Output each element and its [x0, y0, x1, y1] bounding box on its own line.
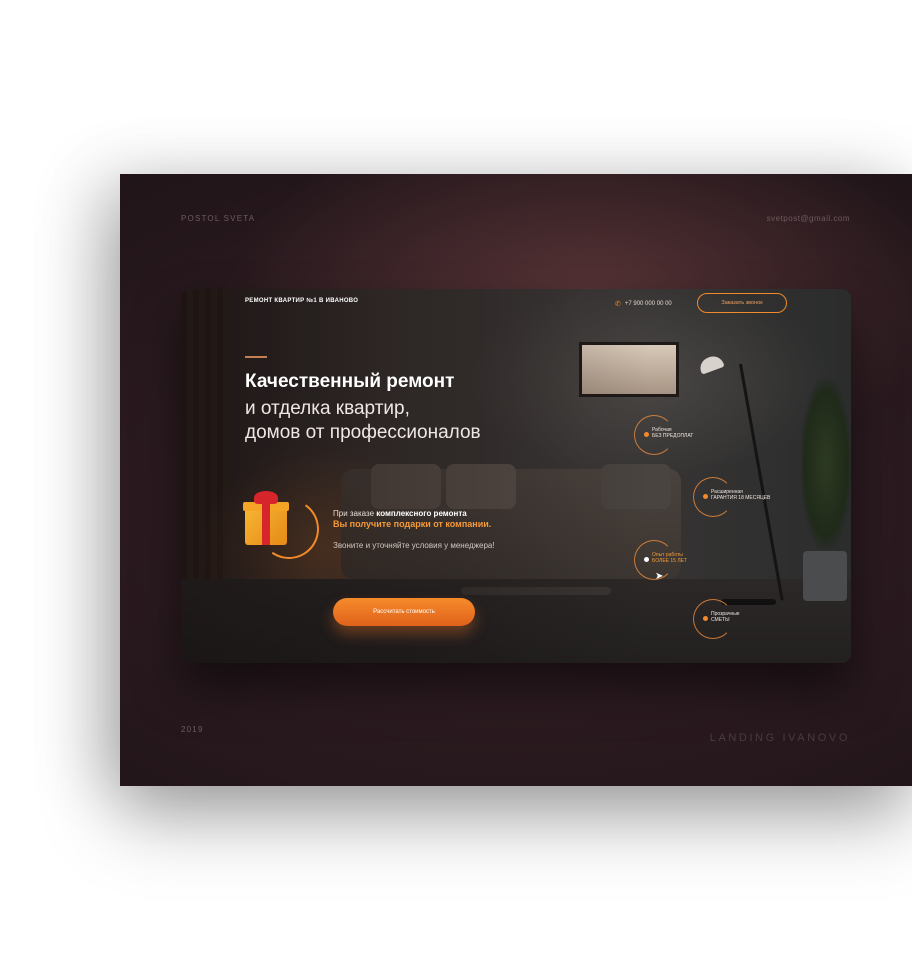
offer-prefix: При заказе — [333, 509, 377, 518]
offer-bold: комплексного ремонта — [376, 509, 467, 518]
feature-warranty[interactable]: Расширенная ГАРАНТИЯ 18 МЕСЯЦЕВ — [693, 477, 813, 517]
gift-bow — [254, 491, 278, 504]
brand-logo[interactable]: РЕМОНТ КВАРТИР №1 В ИВАНОВО — [245, 297, 365, 305]
feature-experience[interactable]: Опыт работы БОЛЕЕ 15 ЛЕТ — [634, 540, 754, 580]
headline-line: и отделка квартир, — [245, 398, 410, 419]
headline-divider — [245, 356, 267, 358]
feature-text: Прозрачные СМЕТЫ — [711, 611, 811, 623]
headline-line: домов от профессионалов — [245, 422, 481, 443]
author-name: POSTOL SVETA — [181, 214, 256, 223]
feature-dot-icon — [703, 616, 708, 621]
landing-screenshot: РЕМОНТ КВАРТИР №1 В ИВАНОВО ✆ +7 900 000… — [181, 289, 851, 663]
gift-offer: При заказе комплексного ремонта Вы получ… — [333, 508, 553, 551]
project-title: LANDING IVANOVO — [709, 732, 850, 744]
feature-dot-icon — [644, 557, 649, 562]
feature-line: БЕЗ ПРЕДОПЛАТ — [652, 433, 694, 439]
feature-line: БОЛЕЕ 15 ЛЕТ — [652, 558, 688, 564]
offer-line: При заказе комплексного ремонта — [333, 508, 553, 519]
year-label: 2019 — [181, 725, 204, 734]
feature-line: СМЕТЫ — [711, 617, 730, 623]
phone-icon: ✆ — [615, 301, 621, 308]
cursor-icon: ➤ — [655, 571, 664, 582]
gift-ribbon — [262, 502, 270, 545]
feature-line: ГАРАНТИЯ 18 МЕСЯЦЕВ — [711, 495, 771, 501]
feature-no-prepayment[interactable]: Рабочая БЕЗ ПРЕДОПЛАТ — [634, 415, 754, 455]
headline-bold: Качественный ремонт — [245, 371, 455, 392]
calculate-cost-button[interactable]: Рассчитать стоимость — [333, 598, 475, 626]
feature-dot-icon — [644, 432, 649, 437]
feature-text: Опыт работы БОЛЕЕ 15 ЛЕТ — [652, 552, 752, 564]
offer-note: Звоните и уточняйте условия у менеджера! — [333, 541, 495, 550]
phone-link[interactable]: ✆ +7 900 000 00 00 — [615, 300, 672, 308]
feature-text: Расширенная ГАРАНТИЯ 18 МЕСЯЦЕВ — [711, 489, 811, 501]
author-email[interactable]: svetpost@gmail.com — [767, 214, 850, 223]
phone-number: +7 900 000 00 00 — [624, 301, 672, 307]
headline-sub: и отделка квартир, домов от профессионал… — [245, 397, 605, 445]
feature-text: Рабочая БЕЗ ПРЕДОПЛАТ — [652, 427, 752, 439]
poster-mockup: POSTOL SVETA svetpost@gmail.com РЕМОНТ К… — [120, 174, 912, 786]
gift-icon — [243, 489, 324, 564]
feature-transparent-estimates[interactable]: Прозрачные СМЕТЫ — [693, 599, 813, 639]
callback-button[interactable]: Заказать звонок — [697, 293, 787, 313]
feature-dot-icon — [703, 494, 708, 499]
offer-highlight: Вы получите подарки от компании. — [333, 519, 492, 529]
